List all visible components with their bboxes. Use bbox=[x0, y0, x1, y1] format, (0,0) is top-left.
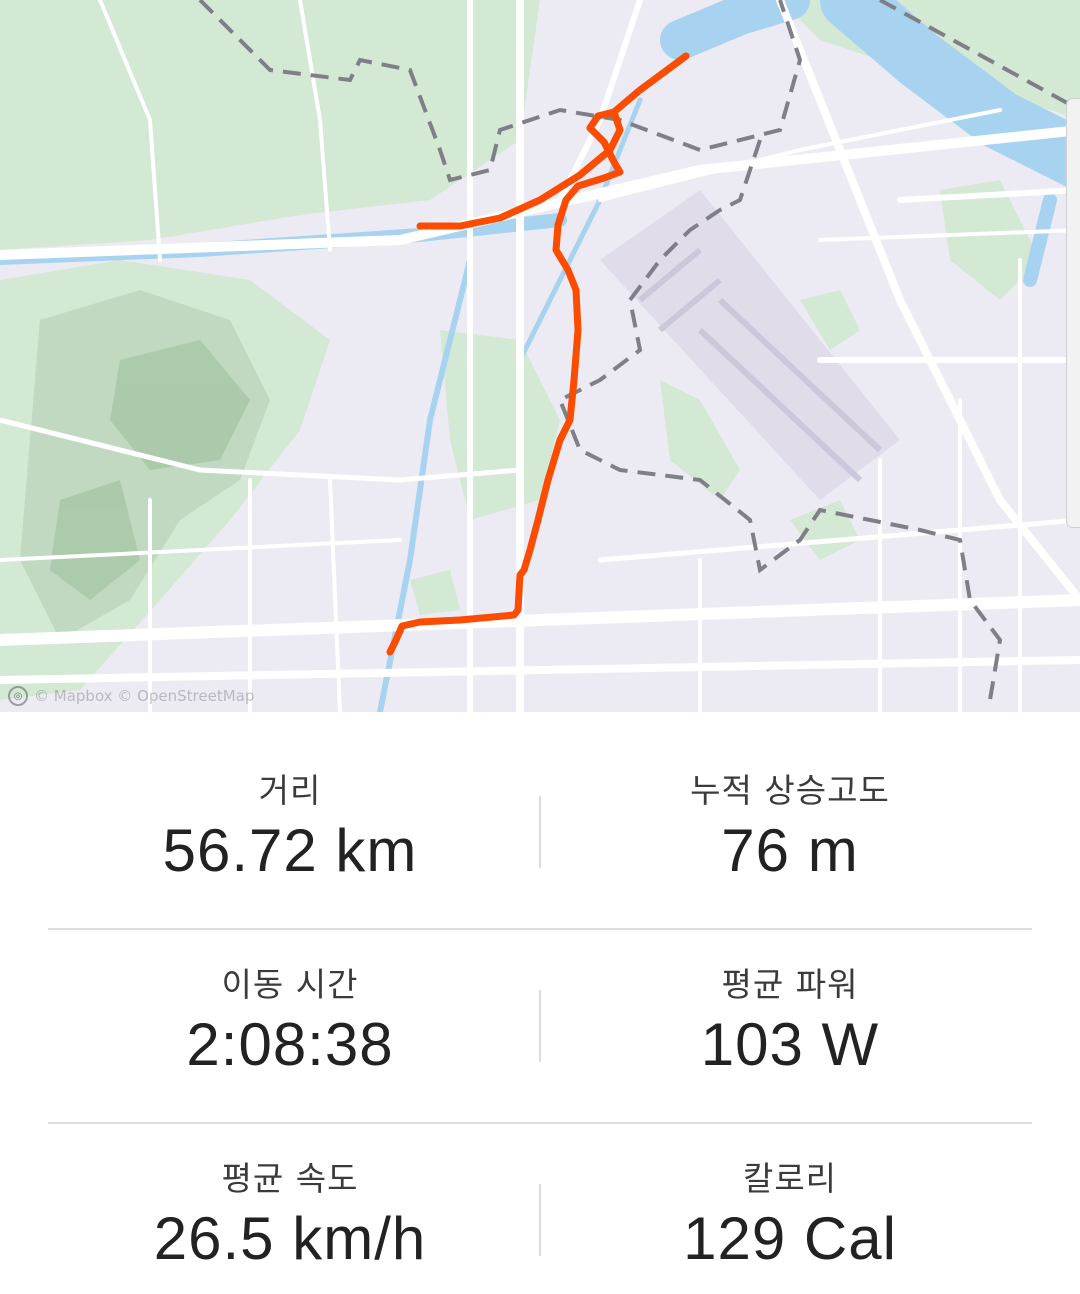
stat-avg-speed: 평균 속도 26.5 km/h bbox=[40, 1100, 540, 1294]
activity-stats: 거리 56.72 km 누적 상승고도 76 m 이동 시간 2:08:38 평… bbox=[0, 712, 1080, 1282]
stats-row-3: 평균 속도 26.5 km/h 칼로리 129 Cal bbox=[0, 1100, 1080, 1294]
stat-moving-time: 이동 시간 2:08:38 bbox=[40, 906, 540, 1100]
stat-label: 평균 파워 bbox=[721, 965, 859, 1004]
stat-calories: 칼로리 129 Cal bbox=[540, 1100, 1040, 1294]
stat-distance: 거리 56.72 km bbox=[40, 712, 540, 906]
stat-label: 이동 시간 bbox=[221, 965, 359, 1004]
stat-label: 평균 속도 bbox=[221, 1159, 359, 1198]
stat-label: 칼로리 bbox=[742, 1159, 838, 1198]
stats-row-2: 이동 시간 2:08:38 평균 파워 103 W bbox=[0, 906, 1080, 1100]
map-scroll-handle[interactable] bbox=[1066, 98, 1080, 528]
stat-avg-power: 평균 파워 103 W bbox=[540, 906, 1040, 1100]
mapbox-logo-icon: ◎ bbox=[8, 686, 28, 706]
stat-value: 56.72 km bbox=[162, 817, 418, 884]
map-attribution: ◎ © Mapbox © OpenStreetMap bbox=[8, 686, 254, 706]
stat-elevation-gain: 누적 상승고도 76 m bbox=[540, 712, 1040, 906]
map-canvas bbox=[0, 0, 1080, 712]
stat-value: 129 Cal bbox=[683, 1205, 897, 1272]
attribution-text[interactable]: © Mapbox © OpenStreetMap bbox=[34, 687, 254, 705]
stats-row-1: 거리 56.72 km 누적 상승고도 76 m bbox=[0, 712, 1080, 906]
stat-value: 2:08:38 bbox=[186, 1011, 394, 1078]
stat-value: 76 m bbox=[721, 817, 859, 884]
stat-label: 누적 상승고도 bbox=[690, 771, 890, 810]
stat-value: 103 W bbox=[700, 1011, 880, 1078]
route-map[interactable]: ◎ © Mapbox © OpenStreetMap bbox=[0, 0, 1080, 712]
stat-value: 26.5 km/h bbox=[153, 1205, 427, 1272]
stat-label: 거리 bbox=[258, 771, 322, 810]
